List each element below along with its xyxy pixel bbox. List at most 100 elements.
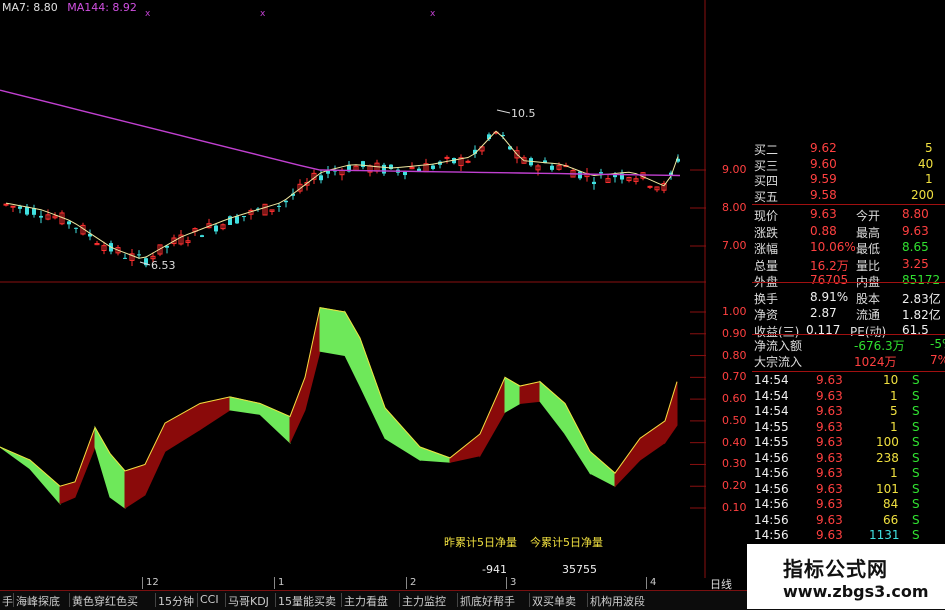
indicator-axis-label: 0.60 [722,392,747,406]
tick-price: 9.63 [816,497,843,511]
tick-price: 9.63 [816,404,843,418]
date-axis-tick [406,577,407,589]
tick-side: S [912,481,920,496]
tick-volume: 1 [890,388,898,403]
indicator-band [589,450,616,488]
indicator-tab[interactable]: CCI [200,593,219,606]
indicator-tab[interactable]: 海峰探底 [16,593,60,609]
chart-area[interactable]: 10.5 6.53 x x x MA7: 8.80 MA144: 8.92 昨累计5日净… [0,0,706,578]
tick-price: 9.63 [816,435,843,449]
indicator-axis-label: 0.50 [722,413,747,427]
date-axis-tick [646,577,647,589]
stat-value: 8.65 [902,240,929,254]
tick-time: 14:55 [754,419,789,434]
prev-net-value: -941 [482,563,507,576]
panel-divider [752,371,945,372]
tick-volume: 66 [883,512,899,527]
indicator-tab[interactable]: 15量能买卖 [278,593,336,609]
tab-separator [529,593,530,607]
bid-price: 9.59 [810,172,837,186]
indicator-tab[interactable]: 马哥KDJ [228,593,269,609]
ma144-line [0,89,681,177]
tick-side: S [912,450,920,465]
ma7-line [5,130,679,259]
tab-separator [13,593,14,607]
candle-down [550,165,554,170]
stat-label: 股本 [856,291,881,306]
flow-label: 净流入额 [754,339,803,353]
indicator-axis-label: 0.80 [722,348,747,362]
date-axis-tick [142,577,143,589]
bid-level-label: 买四 [754,174,779,188]
top-marker: x [260,9,266,19]
date-axis-label: 3 [510,577,517,588]
indicator-band [479,377,506,458]
indicator-band [539,380,566,436]
flow-label: 大宗流入 [754,355,803,369]
indicator-band [419,446,451,463]
tick-side: S [912,512,920,527]
watermark-logo: 指标公式网 www.zbgs3.com [747,544,945,609]
stat-value: 9.63 [902,223,929,238]
indicator-tab[interactable]: 主力监控 [402,593,446,609]
date-axis-label: 12 [146,577,159,588]
flow-value: -676.3万 [854,339,905,353]
indicator-tab[interactable]: 黄色穿红色买 [72,593,138,609]
indicator-band [94,425,111,498]
candle-down [284,200,288,203]
tick-side: S [912,388,920,403]
tick-time: 14:56 [754,497,789,511]
stat-value: 76705 [810,273,849,287]
stat-value: 9.63 [810,207,837,221]
stat-label: 流通 [856,308,881,322]
indicator-band [259,402,291,444]
candle-down [382,164,386,174]
indicator-tab[interactable]: 双买单卖 [532,593,576,609]
stat-label: 现价 [754,209,779,223]
stat-value: 16.2万 [810,258,849,273]
tick-side: S [912,528,920,542]
indicator-tab[interactable]: 机构用波段 [590,593,645,609]
tick-time: 14:54 [754,373,789,387]
tick-volume: 238 [876,450,899,465]
tick-volume: 84 [883,497,899,511]
indicator-tab[interactable]: 手 [2,593,13,609]
indicator-axis-label: 0.30 [722,457,747,471]
stat-value: 8.91% [810,289,849,304]
bid-price: 9.58 [810,187,837,202]
high-price-label: 10.5 [511,107,536,120]
indicator-tab[interactable]: 抓底好帮手 [460,593,515,609]
indicator-tab[interactable]: 15分钟 [158,593,194,609]
tick-time: 14:56 [754,450,789,465]
candle-down [431,165,435,169]
indicator-band [124,463,146,509]
indicator-band [639,419,666,462]
bid-volume: 5 [925,141,933,155]
candle-down [417,168,421,172]
tick-price: 9.63 [816,481,843,496]
tick-volume: 101 [876,481,899,496]
bid-volume: 200 [911,187,934,202]
candle-down [39,215,43,218]
top-marker: x [145,9,151,19]
flow-value: 1024万 [854,355,897,369]
tab-separator [275,593,276,607]
tick-side: S [912,466,920,480]
candle-down [599,172,603,174]
tick-price: 9.63 [816,388,843,403]
stat-value: 8.80 [902,207,929,221]
indicator-tab[interactable]: 主力看盘 [344,593,388,609]
tick-price: 9.63 [816,528,843,542]
low-price-label: 6.53 [151,259,176,272]
candle-down [235,216,239,224]
tick-volume: 1 [890,419,898,434]
indicator-band [564,403,591,475]
tick-side: S [912,497,920,511]
stat-label: 总量 [754,258,779,273]
watermark-url: www.zbgs3.com [783,582,929,601]
kline-chart[interactable]: 10.5 6.53 x x x [0,0,706,578]
tab-separator [69,593,70,607]
tick-time: 14:54 [754,388,789,403]
candle-down [242,216,246,218]
tick-time: 14:54 [754,404,789,418]
